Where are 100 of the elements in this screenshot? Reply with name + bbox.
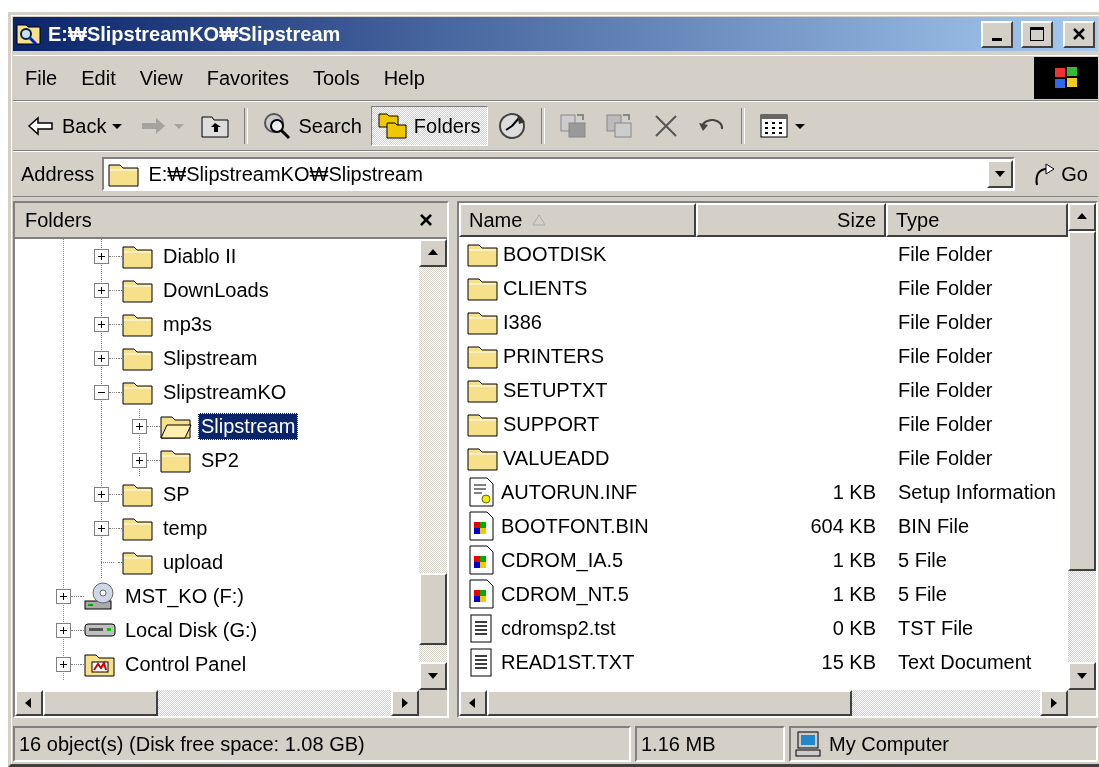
tree-item[interactable]: upload (160, 548, 227, 576)
minimize-button[interactable] (981, 20, 1013, 48)
close-button[interactable]: × (415, 208, 437, 232)
maximize-button[interactable] (1021, 20, 1053, 48)
scroll-right-button[interactable] (1040, 690, 1068, 716)
move-to-icon (558, 111, 589, 141)
maximize-icon (1029, 26, 1045, 42)
file-name[interactable]: READ1ST.TXT (501, 650, 696, 674)
file-type: BIN File (898, 514, 970, 537)
scrollbar-thumb[interactable] (1068, 231, 1096, 571)
tree-item[interactable]: Slipstream (160, 344, 261, 372)
expand-button[interactable] (94, 520, 109, 536)
column-header[interactable]: Size (696, 203, 886, 237)
tree-item[interactable]: SP (160, 480, 193, 508)
caret-icon (112, 123, 123, 129)
menu-item[interactable]: Help (371, 66, 437, 90)
back-button[interactable]: Back (19, 106, 130, 146)
scroll-down-button[interactable] (1068, 662, 1096, 690)
go-button[interactable]: Go (1023, 161, 1098, 187)
tree-item[interactable]: temp (160, 514, 211, 542)
status-text: 1.16 MB (641, 732, 716, 756)
file-type: File Folder (898, 242, 993, 265)
history-clock-icon (496, 111, 527, 141)
collapse-button[interactable] (94, 384, 109, 400)
tree-item[interactable]: Local Disk (G:) (122, 616, 261, 644)
file-type: File Folder (898, 310, 993, 333)
file-type: File Folder (898, 378, 993, 401)
tree-item[interactable]: Slipstream (198, 412, 299, 440)
expand-button[interactable] (94, 486, 109, 502)
expand-button[interactable] (94, 350, 109, 366)
search-button[interactable]: Search (255, 106, 369, 146)
address-field[interactable]: E:₩SlipstreamKO₩Slipstream (102, 157, 1016, 191)
scroll-up-button[interactable] (419, 239, 447, 267)
horizontal-scrollbar[interactable] (459, 690, 1068, 716)
search-folder-icon (16, 22, 42, 46)
search-icon (262, 111, 293, 141)
file-name[interactable]: AUTORUN.INF (501, 480, 696, 504)
address-label: Address (21, 162, 95, 186)
scrollbar-thumb[interactable] (487, 690, 852, 716)
column-header[interactable]: Type (886, 203, 1068, 237)
file-name[interactable]: CLIENTS (503, 276, 696, 300)
horizontal-scrollbar[interactable] (15, 690, 419, 716)
tree-item[interactable]: mp3s (160, 310, 215, 338)
menu-item[interactable]: Favorites (194, 66, 301, 90)
pane-title: Folders (25, 208, 92, 232)
scroll-down-button[interactable] (419, 662, 447, 690)
file-name[interactable]: cdromsp2.tst (501, 616, 696, 640)
file-name[interactable]: I386 (503, 310, 696, 334)
folders-icon (377, 111, 408, 141)
expand-button[interactable] (132, 418, 147, 434)
menu-item[interactable]: Tools (300, 66, 372, 90)
file-type: File Folder (898, 344, 993, 367)
expand-button[interactable] (94, 248, 109, 264)
expand-button[interactable] (132, 452, 147, 468)
menu-item[interactable]: File (13, 66, 70, 90)
file-name[interactable]: CDROM_NT.5 (501, 582, 696, 606)
file-name[interactable]: BOOTFONT.BIN (501, 514, 696, 538)
scroll-up-button[interactable] (1068, 203, 1096, 231)
scrollbar-thumb[interactable] (419, 573, 447, 645)
tree-item[interactable]: Diablo II (160, 242, 240, 270)
file-name[interactable]: PRINTERS (503, 344, 696, 368)
file-type: 5 File (898, 548, 947, 571)
tree-item[interactable]: DownLoads (160, 276, 272, 304)
scroll-left-button[interactable] (15, 690, 43, 716)
file-name[interactable]: VALUEADD (503, 446, 696, 470)
file-type: File Folder (898, 412, 993, 435)
file-name[interactable]: SETUPTXT (503, 378, 696, 402)
expand-button[interactable] (94, 316, 109, 332)
close-button[interactable] (1063, 20, 1095, 48)
tree-item[interactable]: SlipstreamKO (160, 378, 290, 406)
file-size: 1 KB (832, 480, 876, 503)
file-type: 5 File (898, 582, 947, 605)
file-size: 604 KB (810, 514, 876, 537)
vertical-scrollbar[interactable] (1068, 203, 1096, 690)
file-type: File Folder (898, 276, 993, 299)
dropdown-button[interactable] (987, 160, 1014, 188)
expand-button[interactable] (56, 588, 71, 604)
file-name[interactable]: CDROM_IA.5 (501, 548, 696, 572)
scroll-left-button[interactable] (459, 690, 487, 716)
file-size: 1 KB (832, 582, 876, 605)
scrollbar-thumb[interactable] (43, 690, 158, 716)
expand-button[interactable] (94, 282, 109, 298)
tree-item[interactable]: MST_KO (F:) (122, 582, 247, 610)
close-icon (1072, 27, 1086, 41)
vertical-scrollbar[interactable] (419, 239, 447, 690)
file-type: TST File (898, 616, 974, 639)
scroll-right-button[interactable] (391, 690, 419, 716)
expand-button[interactable] (56, 622, 71, 638)
computer-icon (795, 731, 823, 757)
expand-button[interactable] (56, 656, 71, 672)
file-name[interactable]: BOOTDISK (503, 242, 696, 266)
menu-item[interactable]: Edit (69, 66, 128, 90)
file-type: Text Document (898, 650, 1032, 673)
tree-item[interactable]: SP2 (198, 446, 242, 474)
folders-button[interactable]: Folders (370, 106, 488, 146)
tree-item[interactable]: Control Panel (122, 650, 250, 678)
file-name[interactable]: SUPPORT (503, 412, 696, 436)
column-header[interactable]: Name (459, 203, 696, 237)
file-size: 0 KB (832, 616, 876, 639)
menu-item[interactable]: View (127, 66, 195, 90)
